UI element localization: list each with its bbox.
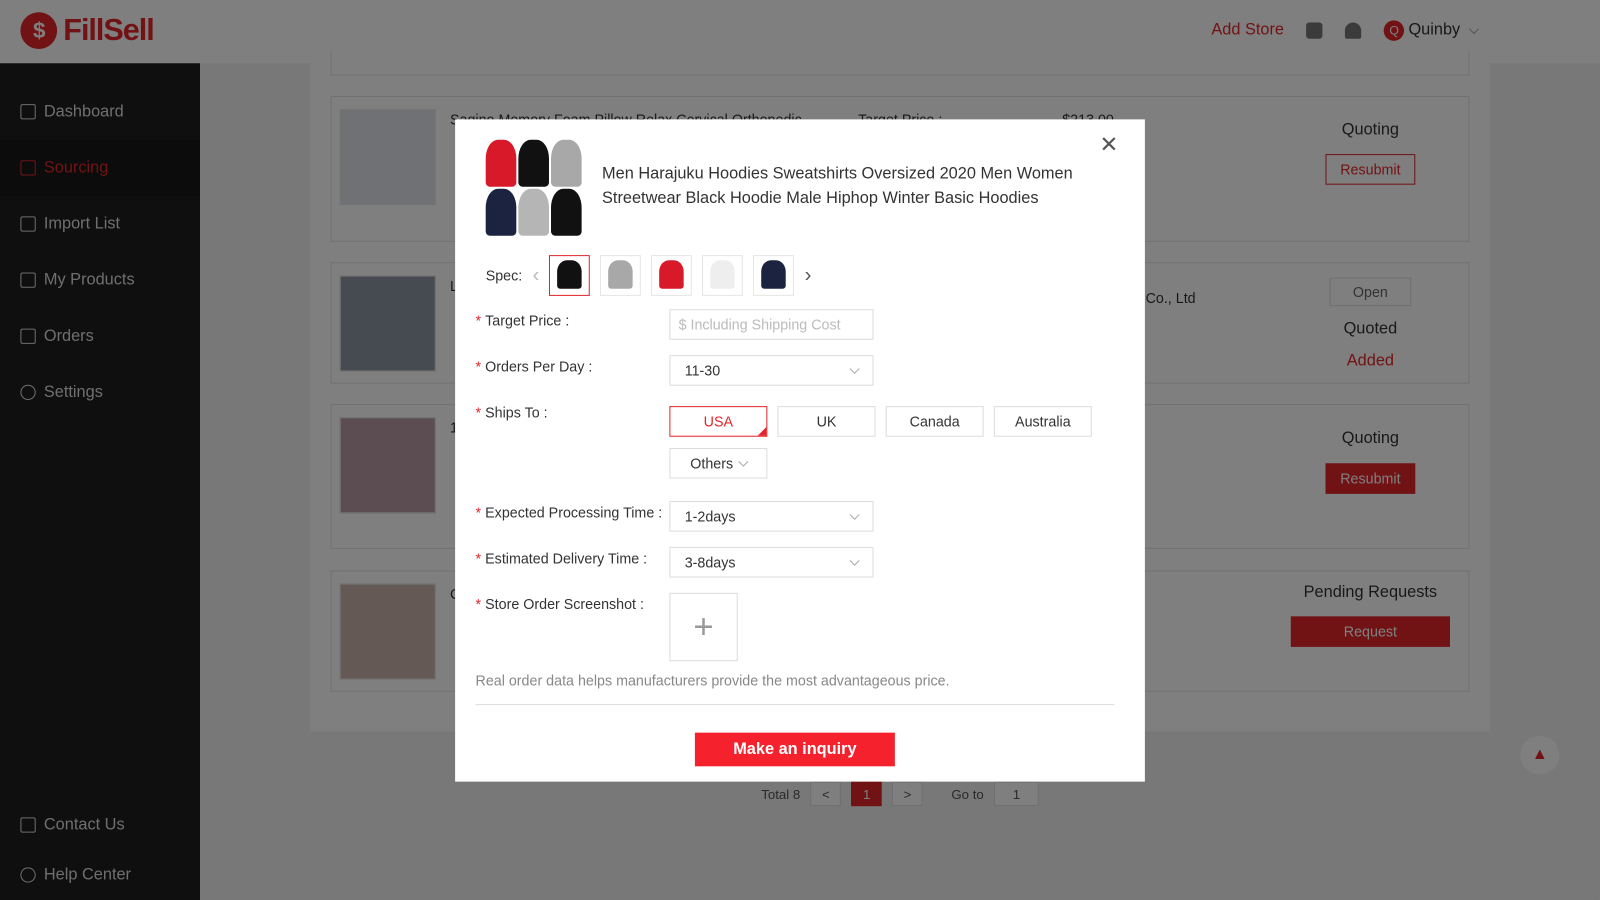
spec-swatch[interactable] <box>600 255 642 296</box>
upload-screenshot-button[interactable]: + <box>669 592 738 662</box>
spec-selector: Spec: ‹ › <box>485 255 812 296</box>
spec-swatch[interactable] <box>651 255 693 296</box>
ships-to-uk[interactable]: UK <box>777 406 876 437</box>
chevron-right-icon[interactable]: › <box>805 264 812 287</box>
spec-swatch[interactable] <box>549 255 591 296</box>
hoodie-swatch-image <box>761 260 787 289</box>
product-title: Men Harajuku Hoodies Sweatshirts Oversiz… <box>602 165 1073 208</box>
processing-time-label: * Expected Processing Time : <box>475 504 663 521</box>
hoodie-swatch-image <box>557 260 583 289</box>
spec-swatch[interactable] <box>702 255 744 296</box>
inquiry-modal: ✕ Men Harajuku Hoodies Sweatshirts Overs… <box>455 119 1145 782</box>
chevron-down-icon <box>849 509 860 520</box>
processing-time-select[interactable]: 1-2days <box>669 501 874 532</box>
spec-swatch[interactable] <box>753 255 795 296</box>
make-inquiry-button[interactable]: Make an inquiry <box>694 732 895 767</box>
target-price-input[interactable]: $ Including Shipping Cost <box>669 309 874 340</box>
delivery-time-select[interactable]: 3-8days <box>669 546 874 578</box>
ships-to-canada[interactable]: Canada <box>885 406 984 437</box>
hint-text: Real order data helps manufacturers prov… <box>475 672 950 689</box>
orders-per-day-select[interactable]: 11-30 <box>669 355 874 386</box>
ships-to-usa[interactable]: USA <box>669 406 768 437</box>
screenshot-label: * Store Order Screenshot : <box>475 595 644 613</box>
chevron-down-icon <box>849 363 860 374</box>
product-image <box>485 139 582 236</box>
chevron-left-icon[interactable]: ‹ <box>532 264 539 287</box>
delivery-time-label: * Estimated Delivery Time : <box>475 549 648 567</box>
hoodie-swatch-image <box>710 260 736 289</box>
plus-icon: + <box>693 607 714 646</box>
orders-per-day-label: * Orders Per Day : <box>475 358 593 375</box>
ships-to-australia[interactable]: Australia <box>993 406 1092 437</box>
spec-label: Spec: <box>485 267 523 284</box>
ships-to-others-dropdown[interactable]: Others <box>669 447 768 479</box>
chevron-down-icon <box>737 456 748 467</box>
close-icon[interactable]: ✕ <box>1100 132 1119 159</box>
target-price-label: * Target Price : <box>475 312 570 329</box>
hoodie-swatch-image <box>608 260 634 289</box>
chevron-down-icon <box>849 555 860 566</box>
ships-to-label: * Ships To : <box>475 404 548 421</box>
divider <box>475 704 1115 706</box>
hoodie-swatch-image <box>659 260 685 289</box>
